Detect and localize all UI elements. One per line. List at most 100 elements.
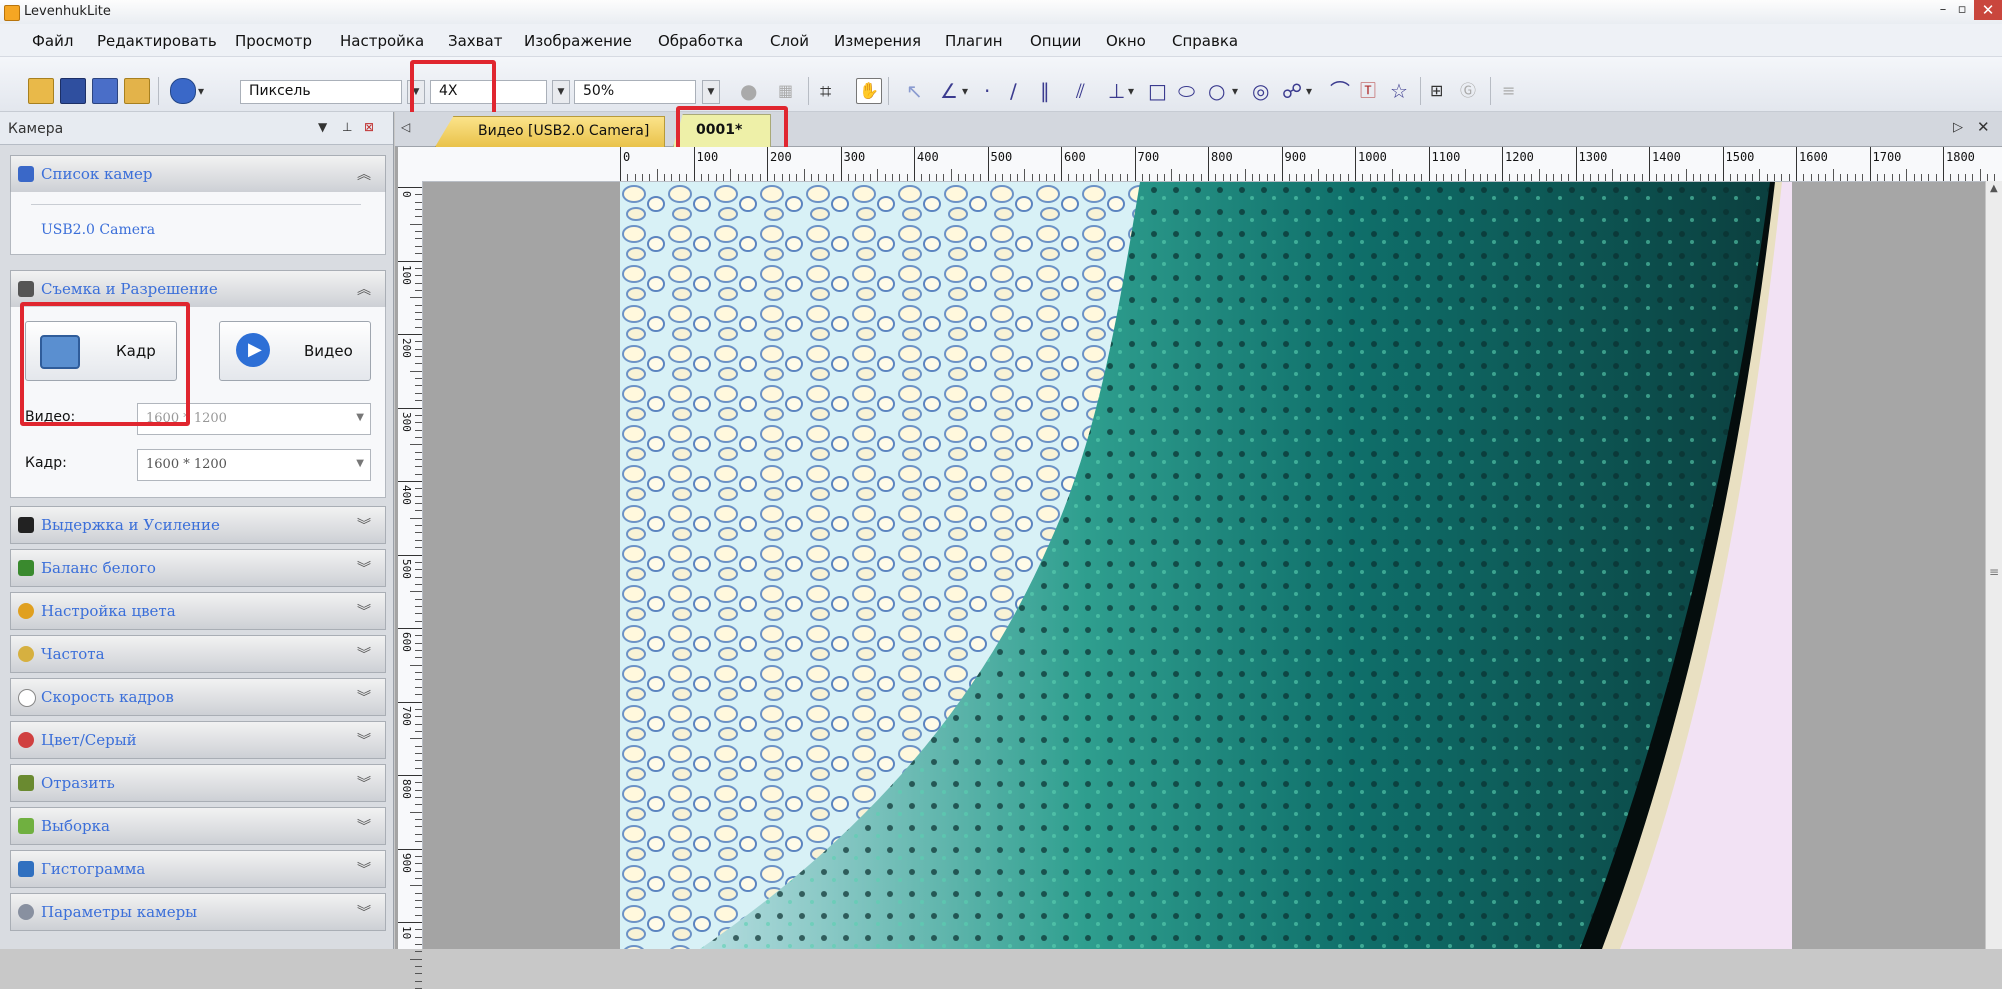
ruler-minor-tick bbox=[1972, 174, 1973, 181]
menu-process[interactable]: Обработка bbox=[658, 32, 743, 50]
panel-dropdown-icon[interactable]: ▼ bbox=[318, 120, 327, 134]
menu-edit[interactable]: Редактировать bbox=[97, 32, 217, 50]
circle-dropdown-icon[interactable]: ▾ bbox=[1232, 79, 1238, 103]
section-color-adjust[interactable]: Настройка цвета ︾ bbox=[10, 592, 386, 630]
menu-layer[interactable]: Слой bbox=[770, 32, 809, 50]
calibration-icon[interactable]: ⊞ bbox=[1430, 79, 1443, 103]
section-flip[interactable]: Отразить ︾ bbox=[10, 764, 386, 802]
pointer-icon[interactable]: ↖ bbox=[906, 79, 923, 103]
ruler-minor-tick bbox=[415, 216, 422, 217]
section-sampling[interactable]: Выборка ︾ bbox=[10, 807, 386, 845]
maximize-button[interactable]: ▫ bbox=[1952, 2, 1972, 20]
menu-measurements[interactable]: Измерения bbox=[834, 32, 921, 50]
ruler-minor-tick bbox=[410, 224, 422, 225]
unit-select[interactable]: Пиксель bbox=[240, 80, 402, 104]
microscope-image[interactable] bbox=[620, 182, 1792, 949]
scroll-up-icon[interactable]: ▲ bbox=[1990, 183, 1998, 194]
ruler-minor-tick bbox=[774, 174, 775, 181]
section-exposure-gain[interactable]: Выдержка и Усиление ︾ bbox=[10, 506, 386, 544]
angle-icon[interactable]: ∠ bbox=[940, 79, 958, 103]
histogram-icon bbox=[18, 861, 34, 877]
ruler-tick bbox=[767, 147, 768, 181]
rectangle-icon[interactable]: □ bbox=[1148, 79, 1167, 103]
polygon-dropdown-icon[interactable]: ▾ bbox=[1306, 79, 1312, 103]
ruler-minor-tick bbox=[415, 724, 422, 725]
open-folder-icon[interactable] bbox=[28, 78, 54, 104]
zoom-select-arrow[interactable]: ▼ bbox=[702, 80, 720, 104]
menu-image[interactable]: Изображение bbox=[524, 32, 632, 50]
text-icon[interactable]: 🅃 bbox=[1360, 79, 1376, 103]
grid-icon[interactable]: ▦ bbox=[778, 79, 793, 103]
ruler-minor-tick bbox=[1965, 174, 1966, 181]
menu-help[interactable]: Справка bbox=[1172, 32, 1238, 50]
point-icon[interactable]: · bbox=[984, 79, 990, 103]
polygon-icon[interactable]: ☍ bbox=[1282, 79, 1302, 103]
tab-scroll-right-icon[interactable]: ▷ bbox=[1953, 120, 1963, 135]
record-icon[interactable]: ● bbox=[740, 79, 757, 103]
camera-list-icon bbox=[18, 166, 34, 182]
section-frame-rate[interactable]: Скорость кадров ︾ bbox=[10, 678, 386, 716]
scroll-thumb-icon[interactable]: ≡ bbox=[1989, 565, 1999, 579]
menu-file[interactable]: Файл bbox=[32, 32, 73, 50]
perpendicular-dropdown-icon[interactable]: ▾ bbox=[1128, 79, 1134, 103]
ellipse-icon[interactable]: ⬭ bbox=[1178, 79, 1195, 103]
select-rect-icon[interactable]: ⌗ bbox=[820, 79, 831, 103]
minimize-button[interactable]: – bbox=[1932, 2, 1954, 20]
ruler-minor-tick bbox=[752, 174, 753, 181]
perpendicular-icon[interactable]: ⊥ bbox=[1108, 79, 1125, 103]
multi-parallel-icon[interactable]: ⫽ bbox=[1076, 79, 1085, 103]
grid-overlay-icon[interactable]: Ⓖ bbox=[1460, 79, 1476, 103]
document-tab-strip: ◁ Видео [USB2.0 Camera] 0001* ▷ ✕ bbox=[395, 112, 2002, 147]
frame-resolution-select[interactable]: 1600 * 1200 ▼ bbox=[137, 449, 371, 481]
section-frequency[interactable]: Частота ︾ bbox=[10, 635, 386, 673]
line-icon[interactable]: ∕ bbox=[1010, 79, 1017, 103]
concentric-circles-icon[interactable]: ◎ bbox=[1252, 79, 1269, 103]
ruler-minor-tick bbox=[1877, 174, 1878, 181]
section-camera-params[interactable]: Параметры камеры ︾ bbox=[10, 893, 386, 931]
tab-scroll-left-icon[interactable]: ◁ bbox=[401, 120, 410, 134]
angle-dropdown-icon[interactable]: ▾ bbox=[962, 79, 968, 103]
hand-icon[interactable]: ✋ bbox=[856, 78, 882, 104]
zoom-select[interactable]: 50% bbox=[574, 80, 696, 104]
close-button[interactable]: ✕ bbox=[1974, 0, 2002, 20]
save-all-icon[interactable] bbox=[92, 78, 118, 104]
menu-settings[interactable]: Настройка bbox=[340, 32, 424, 50]
curve-icon[interactable]: ⌒ bbox=[1330, 79, 1350, 103]
video-button[interactable]: ▶ Видео bbox=[219, 321, 371, 381]
menu-plugins[interactable]: Плагин bbox=[945, 32, 1003, 50]
panel-close-icon[interactable]: ⊠ bbox=[364, 120, 374, 134]
ruler-minor-tick bbox=[415, 716, 422, 717]
panel-pin-icon[interactable]: ⊥ bbox=[342, 120, 352, 134]
section-color-gray[interactable]: Цвет/Серый ︾ bbox=[10, 721, 386, 759]
objective-select-arrow[interactable]: ▼ bbox=[552, 80, 570, 104]
vertical-scrollbar[interactable]: ▲ ≡ bbox=[1985, 181, 2002, 949]
ruler-tick-label: 100 bbox=[697, 150, 719, 164]
ruler-tick-label: 200 bbox=[770, 150, 792, 164]
menu-capture[interactable]: Захват bbox=[448, 32, 502, 50]
star-icon[interactable]: ☆ bbox=[1390, 79, 1408, 103]
circle-icon[interactable]: ○ bbox=[1208, 79, 1225, 103]
white-balance-icon bbox=[18, 560, 34, 576]
ruler-minor-tick bbox=[415, 944, 422, 945]
section-white-balance[interactable]: Баланс белого ︾ bbox=[10, 549, 386, 587]
ruler-minor-tick bbox=[1230, 174, 1231, 181]
layer-icon[interactable]: ≡ bbox=[1502, 79, 1515, 103]
tab-close-icon[interactable]: ✕ bbox=[1977, 118, 1990, 136]
parallel-lines-icon[interactable]: ∥ bbox=[1040, 79, 1050, 103]
save-icon[interactable] bbox=[60, 78, 86, 104]
ruler-minor-tick bbox=[1914, 174, 1915, 181]
section-camera-list[interactable]: Список камер ︽ bbox=[10, 155, 386, 193]
menu-window[interactable]: Окно bbox=[1106, 32, 1146, 50]
tab-video[interactable]: Видео [USB2.0 Camera] bbox=[435, 116, 665, 147]
chevron-down-icon[interactable]: ▾ bbox=[198, 79, 204, 103]
section-histogram[interactable]: Гистограмма ︾ bbox=[10, 850, 386, 888]
menu-view[interactable]: Просмотр bbox=[235, 32, 312, 50]
ruler-minor-tick bbox=[1083, 174, 1084, 181]
sampling-icon bbox=[18, 818, 34, 834]
ruler-minor-tick bbox=[1634, 174, 1635, 181]
camera-icon[interactable] bbox=[170, 78, 196, 104]
menu-options[interactable]: Опции bbox=[1030, 32, 1081, 50]
color-wheel-icon bbox=[18, 603, 34, 619]
camera-list-item[interactable]: USB2.0 Camera bbox=[41, 222, 155, 238]
browse-folder-icon[interactable] bbox=[124, 78, 150, 104]
